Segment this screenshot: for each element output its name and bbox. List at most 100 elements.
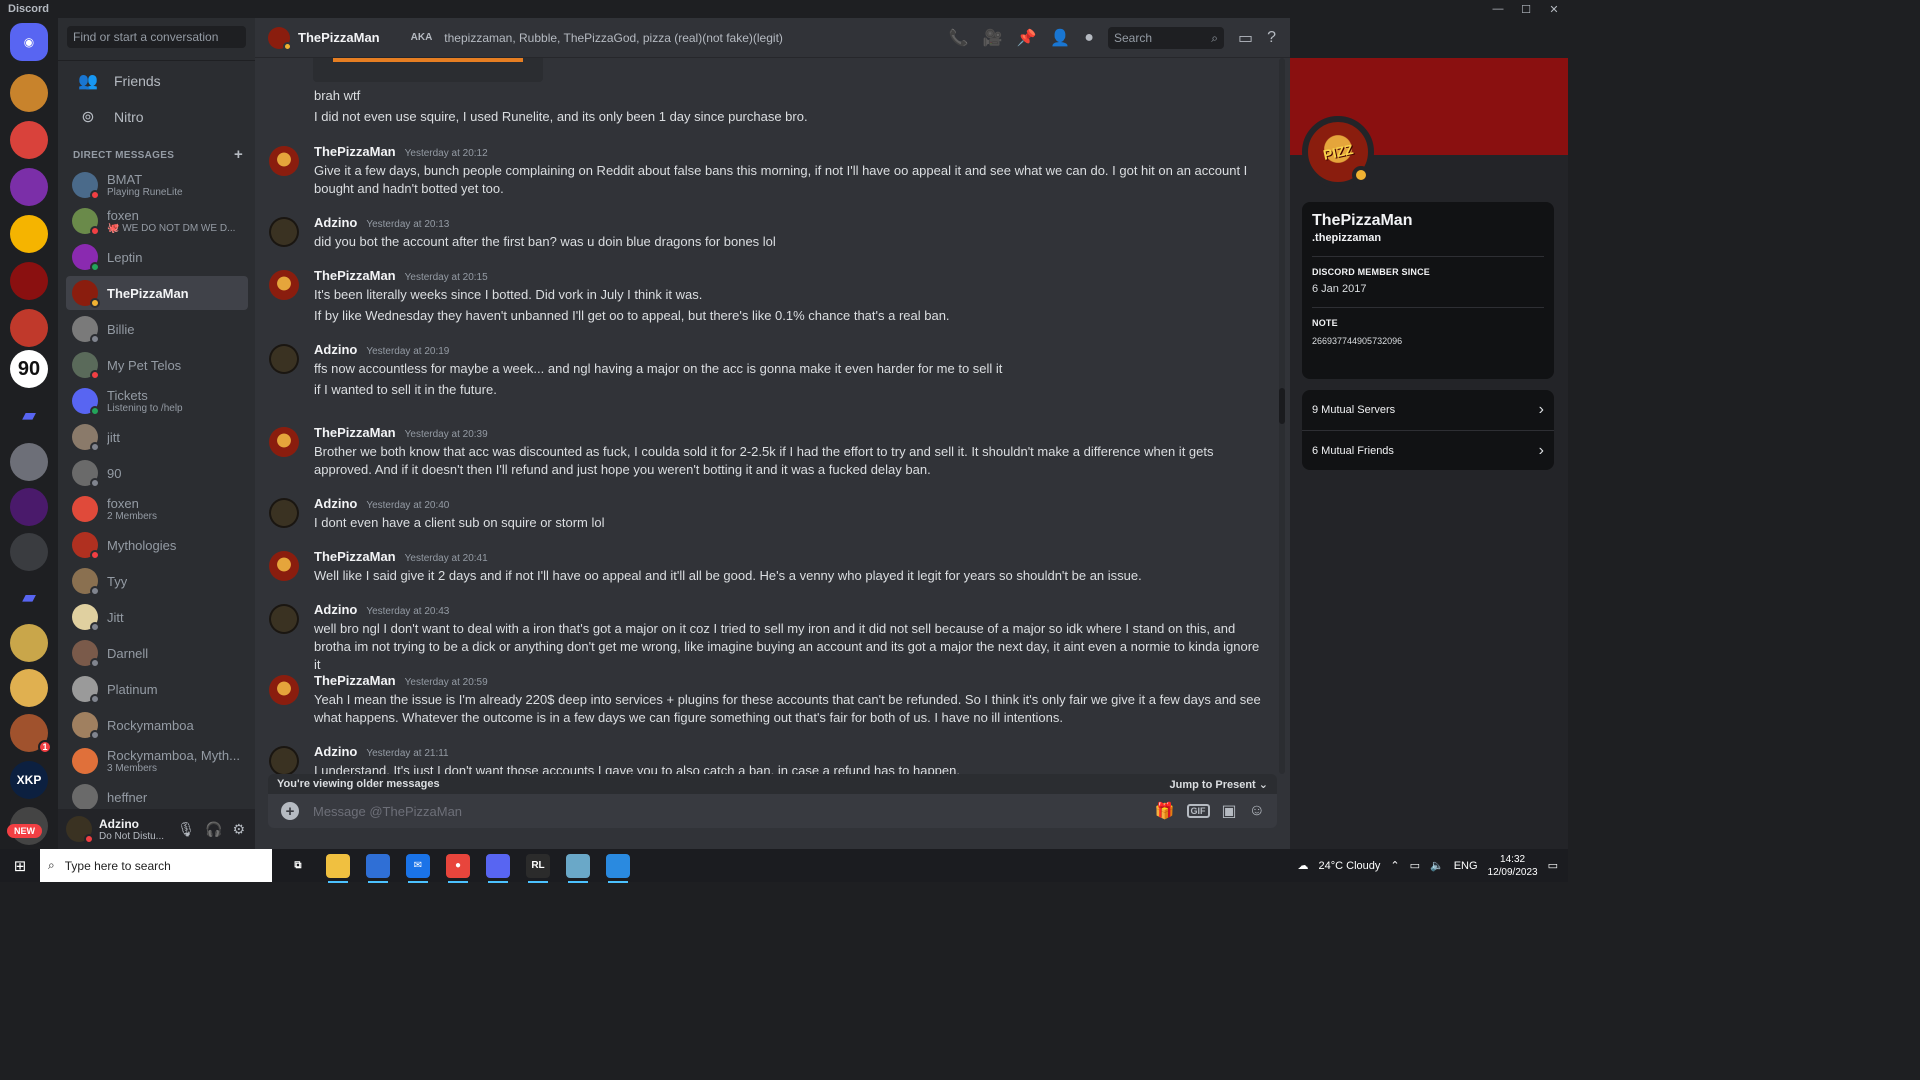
dm-item[interactable]: Rockymamboa <box>66 708 248 742</box>
dm-item[interactable]: Leptin <box>66 240 248 274</box>
mutual-friends-row[interactable]: 6 Mutual Friends › <box>1302 430 1554 470</box>
dm-item[interactable]: Platinum <box>66 672 248 706</box>
message-author[interactable]: Adzino <box>314 602 357 617</box>
create-dm-plus-icon[interactable]: + <box>234 147 243 162</box>
server-folder-icon[interactable]: ▰ <box>10 578 48 616</box>
avatar[interactable] <box>269 270 299 300</box>
dm-item[interactable]: My Pet Telos <box>66 348 248 382</box>
dm-item[interactable]: foxen 🐙 WE DO NOT DM WE D... <box>66 204 248 238</box>
weather-text[interactable]: 24°C Cloudy <box>1318 860 1380 872</box>
message-author[interactable]: Adzino <box>314 342 357 357</box>
discord-home-icon[interactable]: ◉ <box>10 23 48 61</box>
weather-icon[interactable]: ☁ <box>1297 859 1308 872</box>
message-author[interactable]: ThePizzaMan <box>314 144 396 159</box>
clock[interactable]: 14:32 12/09/2023 <box>1488 853 1538 879</box>
avatar[interactable] <box>269 344 299 374</box>
microphone-icon[interactable]: 🎙 <box>177 821 195 838</box>
avatar[interactable] <box>269 746 299 774</box>
notepad-icon[interactable] <box>566 853 590 883</box>
dm-item[interactable]: foxen 2 Members <box>66 492 248 526</box>
nav-nitro[interactable]: ⊚ Nitro <box>66 101 248 133</box>
server-icon[interactable]: 90 <box>10 350 48 388</box>
help-icon[interactable]: ? <box>1267 29 1276 47</box>
server-icon[interactable]: XKP <box>10 761 48 799</box>
message-author[interactable]: Adzino <box>314 215 357 230</box>
task-view-icon[interactable]: ⧉ <box>286 854 310 878</box>
server-icon[interactable]: 1 <box>10 714 52 754</box>
server-icon[interactable] <box>10 168 48 206</box>
dm-item[interactable]: Darnell <box>66 636 248 670</box>
message-author[interactable]: ThePizzaMan <box>314 425 396 440</box>
message-author[interactable]: ThePizzaMan <box>314 673 396 688</box>
message-author[interactable]: Adzino <box>314 744 357 759</box>
jump-to-present-button[interactable]: Jump to Present ⌄ <box>1170 778 1268 791</box>
avatar[interactable] <box>269 498 299 528</box>
minimize-button[interactable]: — <box>1484 3 1512 16</box>
avatar[interactable] <box>269 427 299 457</box>
search-input[interactable]: Search ⌕ <box>1107 26 1224 49</box>
server-icon[interactable] <box>10 262 48 300</box>
scrollbar[interactable] <box>1279 58 1285 774</box>
volume-icon[interactable]: 🔈 <box>1430 859 1444 872</box>
server-icon[interactable] <box>10 669 48 707</box>
avatar[interactable] <box>269 604 299 634</box>
runelite-icon[interactable]: RL <box>526 853 550 883</box>
dm-item[interactable]: BMAT Playing RuneLite <box>66 168 248 202</box>
store-icon[interactable] <box>366 853 390 883</box>
server-icon[interactable] <box>10 215 48 253</box>
avatar[interactable] <box>269 675 299 705</box>
paint-icon[interactable] <box>606 853 630 883</box>
sticker-icon[interactable]: ▣ <box>1222 801 1237 821</box>
server-icon[interactable] <box>10 443 48 481</box>
dm-item[interactable]: 90 <box>66 456 248 490</box>
mail-icon[interactable]: ✉ <box>406 853 430 883</box>
server-icon[interactable] <box>10 74 48 112</box>
explorer-icon[interactable] <box>326 853 350 883</box>
scrollbar-thumb[interactable] <box>1279 388 1285 424</box>
discord-app-icon[interactable] <box>486 853 510 883</box>
settings-gear-icon[interactable]: ⚙ <box>232 821 245 838</box>
dm-item[interactable]: Tickets Listening to /help <box>66 384 248 418</box>
new-unreads-pill[interactable]: NEW <box>7 824 42 838</box>
dm-item[interactable]: jitt <box>66 420 248 454</box>
server-icon[interactable] <box>10 624 48 662</box>
dm-item[interactable]: ThePizzaMan <box>66 276 248 310</box>
message-author[interactable]: Adzino <box>314 496 357 511</box>
emoji-icon[interactable]: ☺ <box>1249 802 1265 820</box>
gif-button[interactable]: GIF <box>1186 804 1210 818</box>
avatar[interactable] <box>269 146 299 176</box>
chrome-icon[interactable]: ● <box>446 853 470 883</box>
find-conversation-input[interactable]: Find or start a conversation <box>67 26 246 48</box>
headphones-icon[interactable]: 🎧 <box>205 821 222 838</box>
video-call-icon[interactable]: 🎥 <box>983 28 1003 48</box>
close-button[interactable]: ✕ <box>1540 3 1568 16</box>
inbox-icon[interactable]: ▭ <box>1238 28 1253 48</box>
header-avatar[interactable] <box>268 26 292 51</box>
gift-icon[interactable]: 🎁 <box>1155 801 1175 821</box>
server-icon[interactable] <box>10 121 48 159</box>
language-indicator[interactable]: ENG <box>1454 860 1478 872</box>
message-author[interactable]: ThePizzaMan <box>314 268 396 283</box>
maximize-button[interactable]: ☐ <box>1512 3 1540 16</box>
server-folder-icon[interactable]: ▰ <box>10 396 48 434</box>
avatar[interactable] <box>269 217 299 247</box>
user-profile-icon[interactable]: ● <box>1084 29 1094 47</box>
message-author[interactable]: ThePizzaMan <box>314 549 396 564</box>
user-avatar[interactable] <box>66 816 94 844</box>
notifications-icon[interactable]: ▭ <box>1548 859 1558 872</box>
dm-item[interactable]: Mythologies <box>66 528 248 562</box>
dm-item[interactable]: Rockymamboa, Myth... 3 Members <box>66 744 248 778</box>
mutual-servers-row[interactable]: 9 Mutual Servers › <box>1302 390 1554 430</box>
dm-item[interactable]: Jitt <box>66 600 248 634</box>
voice-call-icon[interactable]: 📞 <box>949 28 969 48</box>
taskbar-search-input[interactable]: ⌕ Type here to search <box>40 849 272 882</box>
server-icon[interactable] <box>10 488 48 526</box>
attach-plus-icon[interactable]: + <box>281 802 299 820</box>
pinned-messages-icon[interactable]: 📌 <box>1016 28 1036 48</box>
dm-item[interactable]: Billie <box>66 312 248 346</box>
add-friends-icon[interactable]: 👤 <box>1050 28 1070 48</box>
server-icon[interactable] <box>10 533 48 571</box>
server-icon[interactable] <box>10 309 48 347</box>
windows-start-icon[interactable]: ⊞ <box>0 857 40 875</box>
message-input[interactable]: Message @ThePizzaMan <box>313 804 462 819</box>
